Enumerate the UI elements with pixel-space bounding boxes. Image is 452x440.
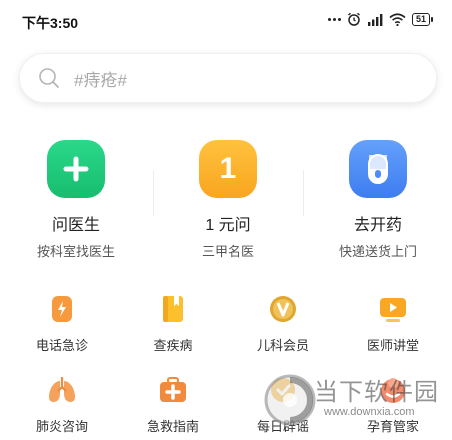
battery-icon: 51 xyxy=(411,12,434,26)
watermark-brand: 当下软件园 xyxy=(314,379,439,406)
service-label: 肺炎咨询 xyxy=(35,419,88,434)
service-one-yuan[interactable]: 1 1 元问 三甲名医 xyxy=(153,140,303,260)
service-get-medicine[interactable]: 去开药 快递送货上门 xyxy=(303,140,452,260)
vip-badge-icon xyxy=(266,292,300,326)
search-icon xyxy=(39,68,59,88)
service-sub: 按科室找医生 xyxy=(36,244,115,259)
service-label: 医师讲堂 xyxy=(366,338,419,353)
status-icons: 51 xyxy=(327,12,434,26)
service-label: 1 元问 xyxy=(205,217,251,234)
status-time: 下午3:50 xyxy=(22,15,79,31)
emergency-phone-icon xyxy=(45,292,79,326)
pill-icon xyxy=(349,140,407,198)
service-sub: 三甲名医 xyxy=(201,244,254,259)
service-phone-emergency[interactable]: 电话急诊 xyxy=(7,292,117,354)
service-label: 去开药 xyxy=(353,217,402,234)
search-input[interactable]: #痔疮# xyxy=(74,66,127,91)
status-bar: 下午3:50 51 xyxy=(0,0,452,44)
more-dots-icon xyxy=(327,17,341,21)
watermark: 当下软件园 www.downxia.com xyxy=(262,370,452,440)
service-label: 问医生 xyxy=(51,217,100,234)
lungs-icon xyxy=(45,373,79,407)
service-check-disease[interactable]: 查疾病 xyxy=(118,292,228,354)
signal-icon xyxy=(367,13,383,26)
watermark-url: www.downxia.com xyxy=(324,406,415,418)
service-label: 急救指南 xyxy=(146,419,199,434)
watermark-logo-icon xyxy=(264,374,316,426)
one-yuan-icon: 1 xyxy=(199,140,257,198)
service-first-aid[interactable]: 急救指南 xyxy=(118,373,228,435)
service-label: 电话急诊 xyxy=(35,338,88,353)
disease-book-icon xyxy=(156,292,190,326)
service-doctor-lecture[interactable]: 医师讲堂 xyxy=(338,292,448,354)
alarm-icon xyxy=(348,12,360,26)
service-pediatric-vip[interactable]: 儿科会员 xyxy=(228,292,338,354)
service-label: 儿科会员 xyxy=(256,338,309,353)
video-lecture-icon xyxy=(376,292,410,326)
service-ask-doctor[interactable]: 问医生 按科室找医生 xyxy=(1,140,151,260)
service-label: 查疾病 xyxy=(153,338,193,353)
plus-icon xyxy=(47,140,105,198)
wifi-icon xyxy=(389,12,406,26)
first-aid-kit-icon xyxy=(156,373,190,407)
service-sub: 快递送货上门 xyxy=(338,244,417,259)
search-bar[interactable]: #痔疮# xyxy=(19,53,437,103)
service-pneumonia[interactable]: 肺炎咨询 xyxy=(7,373,117,435)
